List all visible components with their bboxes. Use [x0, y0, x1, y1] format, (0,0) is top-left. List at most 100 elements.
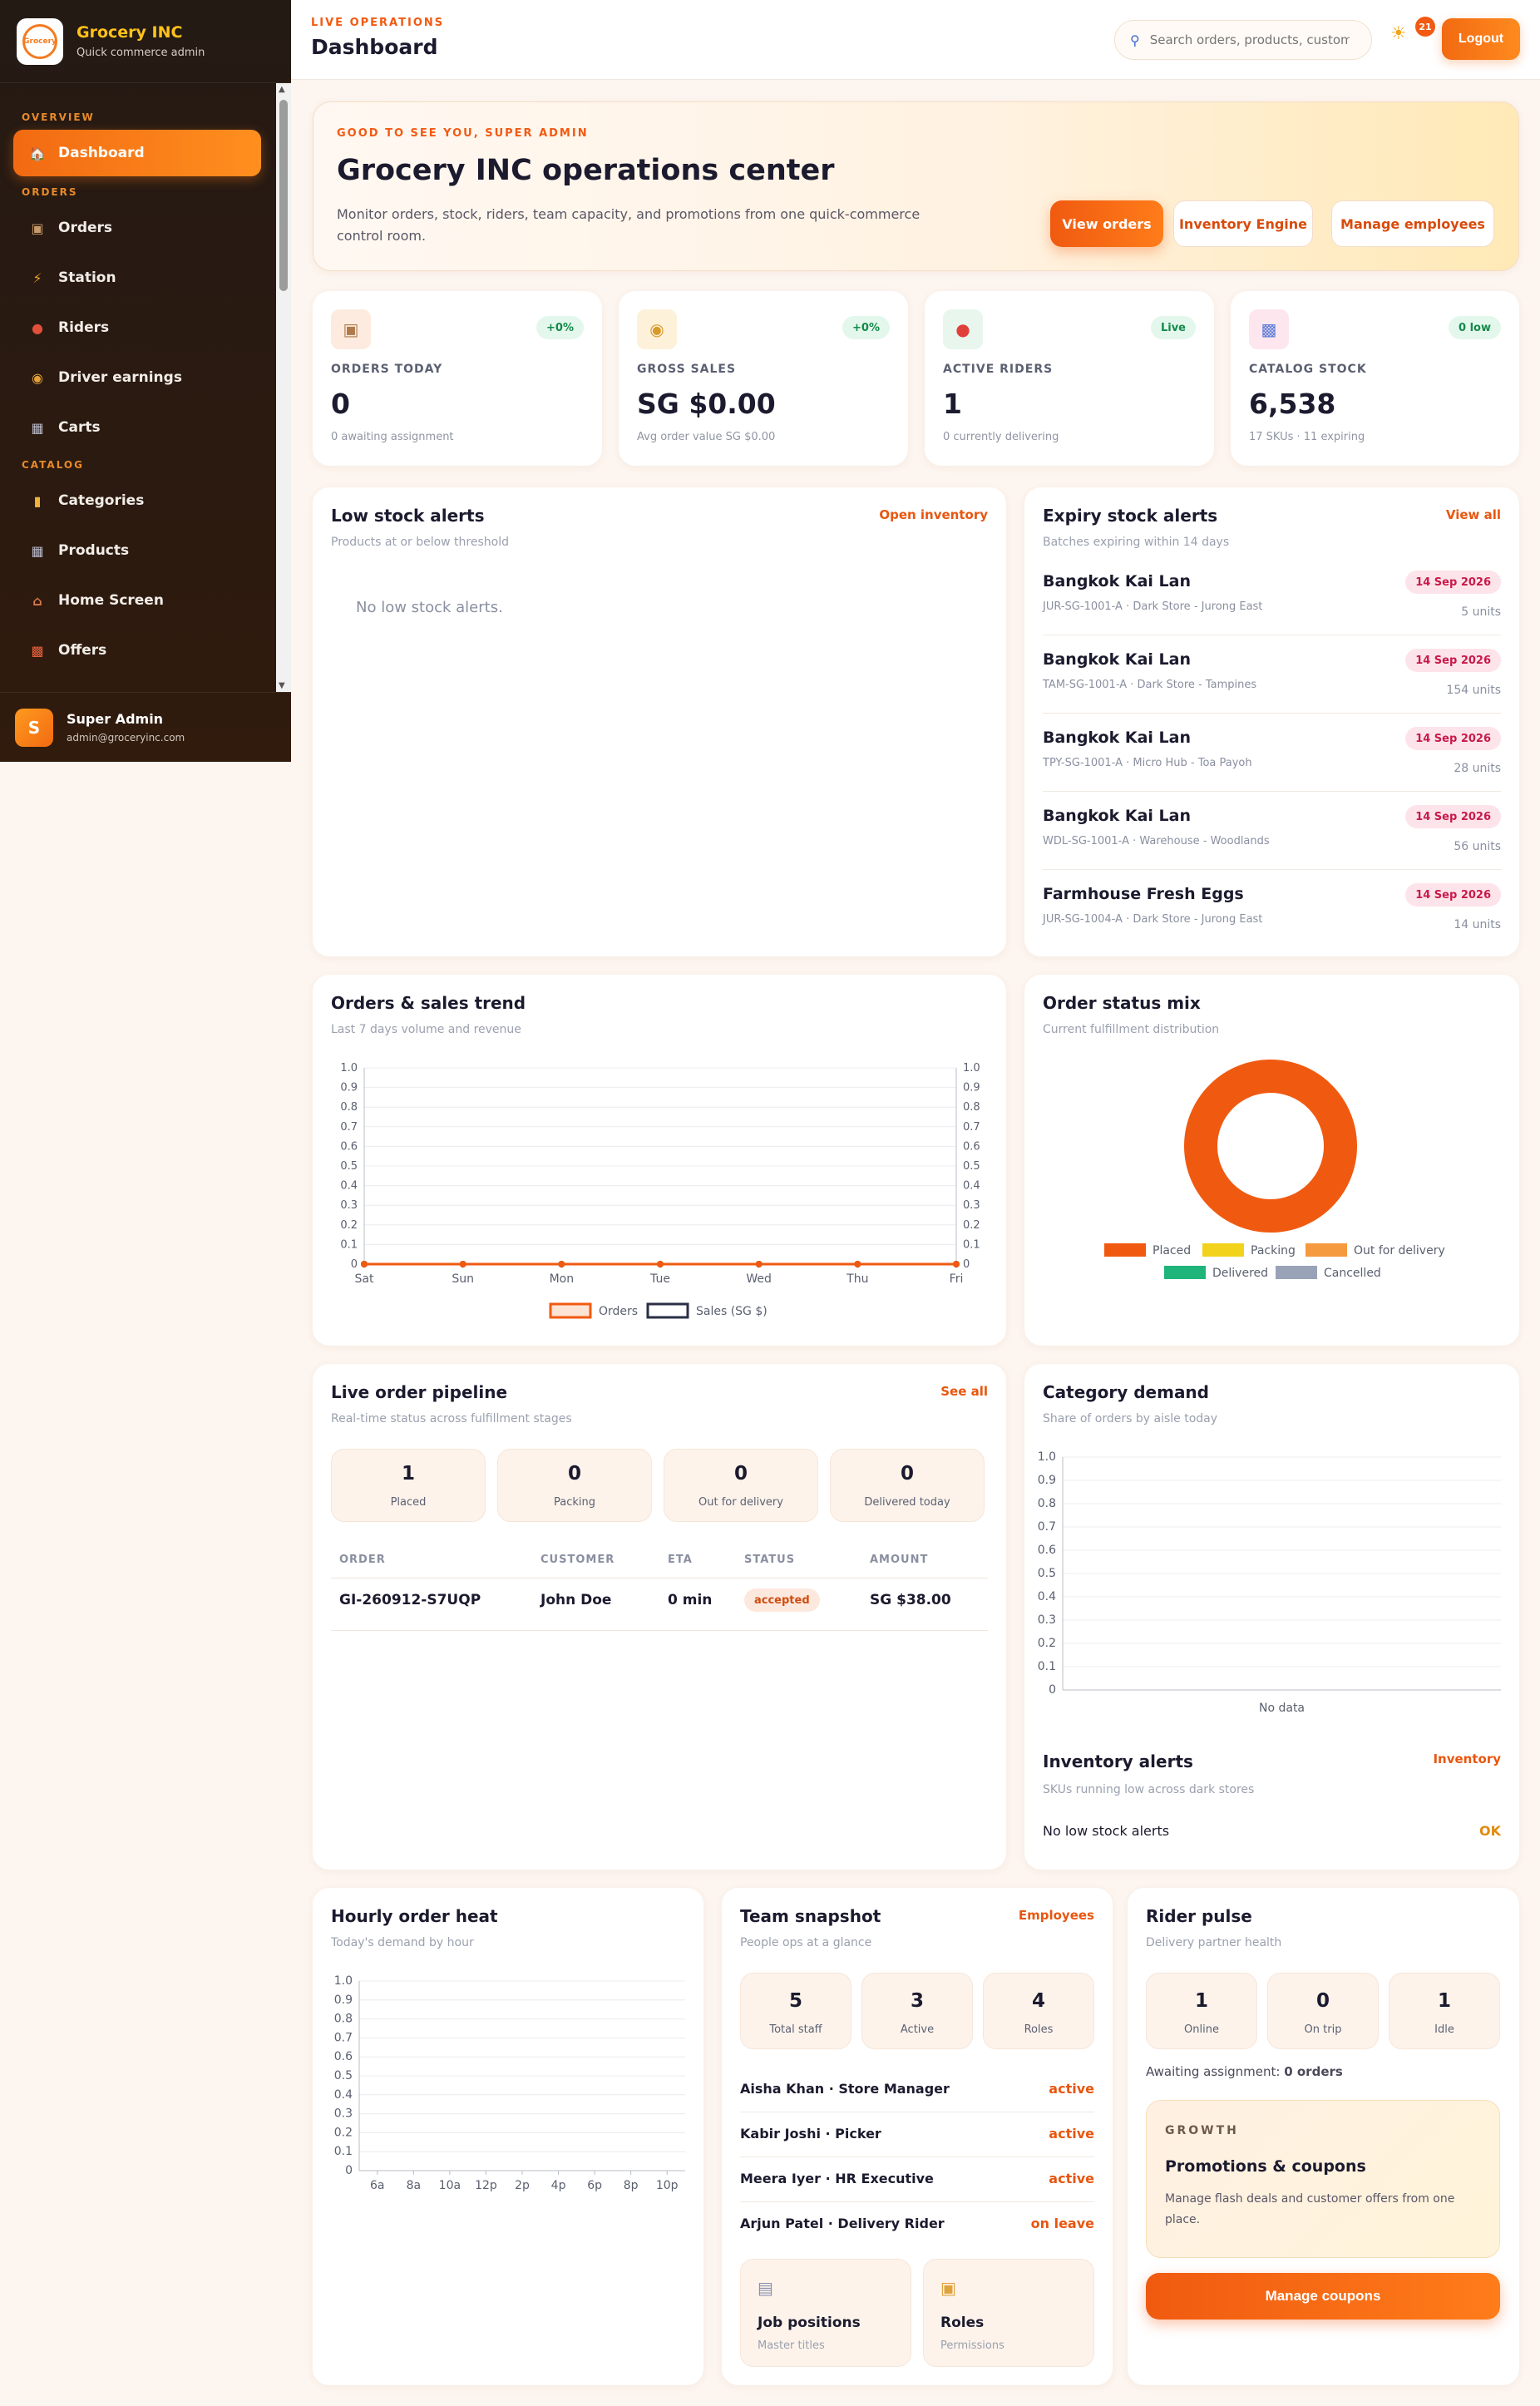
column-header[interactable]: ETA: [668, 1554, 693, 1566]
see-all-link[interactable]: See all: [940, 1384, 988, 1399]
employees-link[interactable]: Employees: [1019, 1908, 1094, 1923]
y-tick-label: 0.2: [340, 1219, 358, 1232]
sidebar-item-riders[interactable]: ● Riders: [13, 304, 261, 351]
team-snapshot-card: Team snapshot People ops at a glance Emp…: [722, 1888, 1113, 2385]
clipboard-icon: ▤: [758, 2278, 773, 2298]
stat-value: 1: [1437, 1990, 1451, 2012]
sidebar-item-station[interactable]: ⚡ Station: [13, 254, 261, 301]
y-tick-label: 0.3: [1038, 1613, 1056, 1627]
list-item[interactable]: Bangkok Kai Lan TAM-SG-1001-A · Dark Sto…: [1043, 635, 1501, 714]
sidebar-item-driver-earnings[interactable]: ◉ Driver earnings: [13, 354, 261, 401]
manage-coupons-button[interactable]: Manage coupons: [1146, 2273, 1500, 2320]
bell-icon[interactable]: ☀: [1390, 23, 1407, 44]
order-id[interactable]: GI-260912-S7UQP: [339, 1592, 481, 1608]
scroll-up-icon[interactable]: ▲: [279, 85, 285, 94]
item-name: Bangkok Kai Lan: [1043, 729, 1191, 747]
job-positions-tile[interactable]: ▤ Job positions Master titles: [740, 2259, 911, 2367]
scrollbar-thumb[interactable]: [279, 100, 288, 291]
legend-label: Placed: [1153, 1244, 1191, 1257]
brand[interactable]: Grocery Grocery INC Quick commerce admin: [0, 0, 291, 83]
gift-icon: ▩: [31, 642, 44, 659]
scroll-down-icon[interactable]: ▼: [279, 681, 285, 690]
card-subtitle: People ops at a glance: [740, 1936, 872, 1949]
item-meta: TPY-SG-1001-A · Micro Hub - Toa Payoh: [1043, 757, 1252, 769]
column-header[interactable]: STATUS: [744, 1554, 795, 1566]
list-item[interactable]: Bangkok Kai Lan JUR-SG-1001-A · Dark Sto…: [1043, 557, 1501, 635]
pie-slice: [1184, 1060, 1357, 1233]
brand-name: Grocery INC: [77, 23, 183, 42]
item-units: 14 units: [1454, 918, 1501, 931]
search-input[interactable]: [1149, 32, 1350, 47]
logout-button[interactable]: Logout: [1442, 18, 1520, 60]
data-point: [657, 1261, 664, 1267]
member-name: Kabir Joshi · Picker: [740, 2126, 881, 2142]
stage-placed[interactable]: 1 Placed: [331, 1449, 486, 1522]
item-name: Bangkok Kai Lan: [1043, 650, 1191, 669]
hourly-heat-card: Hourly order heat Today's demand by hour…: [313, 1888, 703, 2385]
sidebar-item-offers[interactable]: ▩ Offers: [13, 627, 261, 674]
nav-section-orders: ORDERS: [22, 186, 78, 198]
bar-chart-icon: ▩: [1249, 309, 1289, 349]
sidebar-item-dashboard[interactable]: 🏠 Dashboard: [13, 130, 261, 176]
stat-value: 3: [910, 1990, 924, 2012]
low-stock-card: Low stock alerts Products at or below th…: [313, 487, 1006, 956]
team-member-row[interactable]: Kabir Joshi · Picker active: [740, 2112, 1094, 2157]
x-tick-label: Thu: [846, 1272, 868, 1286]
stage-label: Placed: [390, 1496, 427, 1509]
view-all-link[interactable]: View all: [1446, 507, 1501, 522]
list-item[interactable]: Bangkok Kai Lan WDL-SG-1001-A · Warehous…: [1043, 792, 1501, 870]
manage-employees-button[interactable]: Manage employees: [1331, 200, 1494, 247]
member-status: active: [1049, 2081, 1094, 2097]
view-orders-button[interactable]: View orders: [1050, 200, 1163, 247]
y-tick-label: 0.4: [1038, 1590, 1056, 1603]
card-title: Low stock alerts: [331, 506, 485, 526]
sidebar-item-carts[interactable]: ▦ Carts: [13, 404, 261, 451]
stat-label: Online: [1184, 2023, 1219, 2036]
column-header[interactable]: CUSTOMER: [540, 1554, 615, 1566]
inventory-alerts-text: No low stock alerts: [1043, 1823, 1170, 1839]
card-title: Team snapshot: [740, 1906, 881, 1926]
stage-out-for-delivery[interactable]: 0 Out for delivery: [664, 1449, 818, 1522]
column-header[interactable]: ORDER: [339, 1554, 386, 1566]
amount: SG $38.00: [870, 1592, 951, 1608]
y-tick-label: 0: [351, 1258, 358, 1271]
sidebar-scrollbar[interactable]: ▲ ▼: [276, 83, 291, 692]
hero-description: Monitor orders, stock, riders, team capa…: [337, 206, 921, 244]
column-header[interactable]: AMOUNT: [870, 1554, 928, 1566]
y-tick-label: 0.1: [340, 1238, 358, 1251]
sidebar-item-orders[interactable]: ▣ Orders: [13, 205, 261, 251]
card-subtitle: Batches expiring within 14 days: [1043, 536, 1230, 549]
y-tick-label: 0.6: [334, 2050, 353, 2063]
item-units: 5 units: [1461, 605, 1501, 619]
sidebar-item-label: Home Screen: [58, 592, 164, 609]
inventory-link[interactable]: Inventory: [1433, 1751, 1501, 1766]
y-tick-label: 0.5: [340, 1160, 358, 1173]
inventory-engine-button[interactable]: Inventory Engine: [1173, 200, 1313, 247]
card-subtitle: Products at or below threshold: [331, 536, 509, 549]
card-title: Rider pulse: [1146, 1906, 1252, 1926]
team-member-row[interactable]: Arjun Patel · Delivery Rider on leave: [740, 2202, 1094, 2247]
sidebar-item-categories[interactable]: ▮ Categories: [13, 477, 261, 524]
data-point: [953, 1261, 960, 1267]
list-item[interactable]: Bangkok Kai Lan TPY-SG-1001-A · Micro Hu…: [1043, 714, 1501, 792]
member-status: active: [1049, 2126, 1094, 2142]
roles-tile[interactable]: ▣ Roles Permissions: [923, 2259, 1094, 2367]
item-meta: WDL-SG-1001-A · Warehouse - Woodlands: [1043, 835, 1270, 847]
item-name: Bangkok Kai Lan: [1043, 572, 1191, 590]
search-box[interactable]: ⚲: [1114, 20, 1372, 60]
team-member-row[interactable]: Aisha Khan · Store Manager active: [740, 2068, 1094, 2112]
sidebar-item-products[interactable]: ▦ Products: [13, 527, 261, 574]
logo-mark: Grocery: [22, 23, 57, 59]
tile-title: Roles: [940, 2315, 985, 2331]
stage-packing[interactable]: 0 Packing: [497, 1449, 652, 1522]
y-tick-label: 0.6: [1038, 1544, 1056, 1557]
open-inventory-link[interactable]: Open inventory: [879, 507, 988, 522]
stage-delivered-today[interactable]: 0 Delivered today: [830, 1449, 985, 1522]
team-member-row[interactable]: Meera Iyer · HR Executive active: [740, 2157, 1094, 2202]
list-item[interactable]: Farmhouse Fresh Eggs JUR-SG-1004-A · Dar…: [1043, 870, 1501, 948]
user-email: admin@groceryinc.com: [67, 732, 185, 744]
user-profile[interactable]: S Super Admin admin@groceryinc.com: [0, 692, 291, 762]
sidebar-item-home-screen[interactable]: ⌂ Home Screen: [13, 577, 261, 624]
x-tick-label: Mon: [550, 1272, 575, 1286]
x-tick-label: Fri: [950, 1272, 964, 1286]
